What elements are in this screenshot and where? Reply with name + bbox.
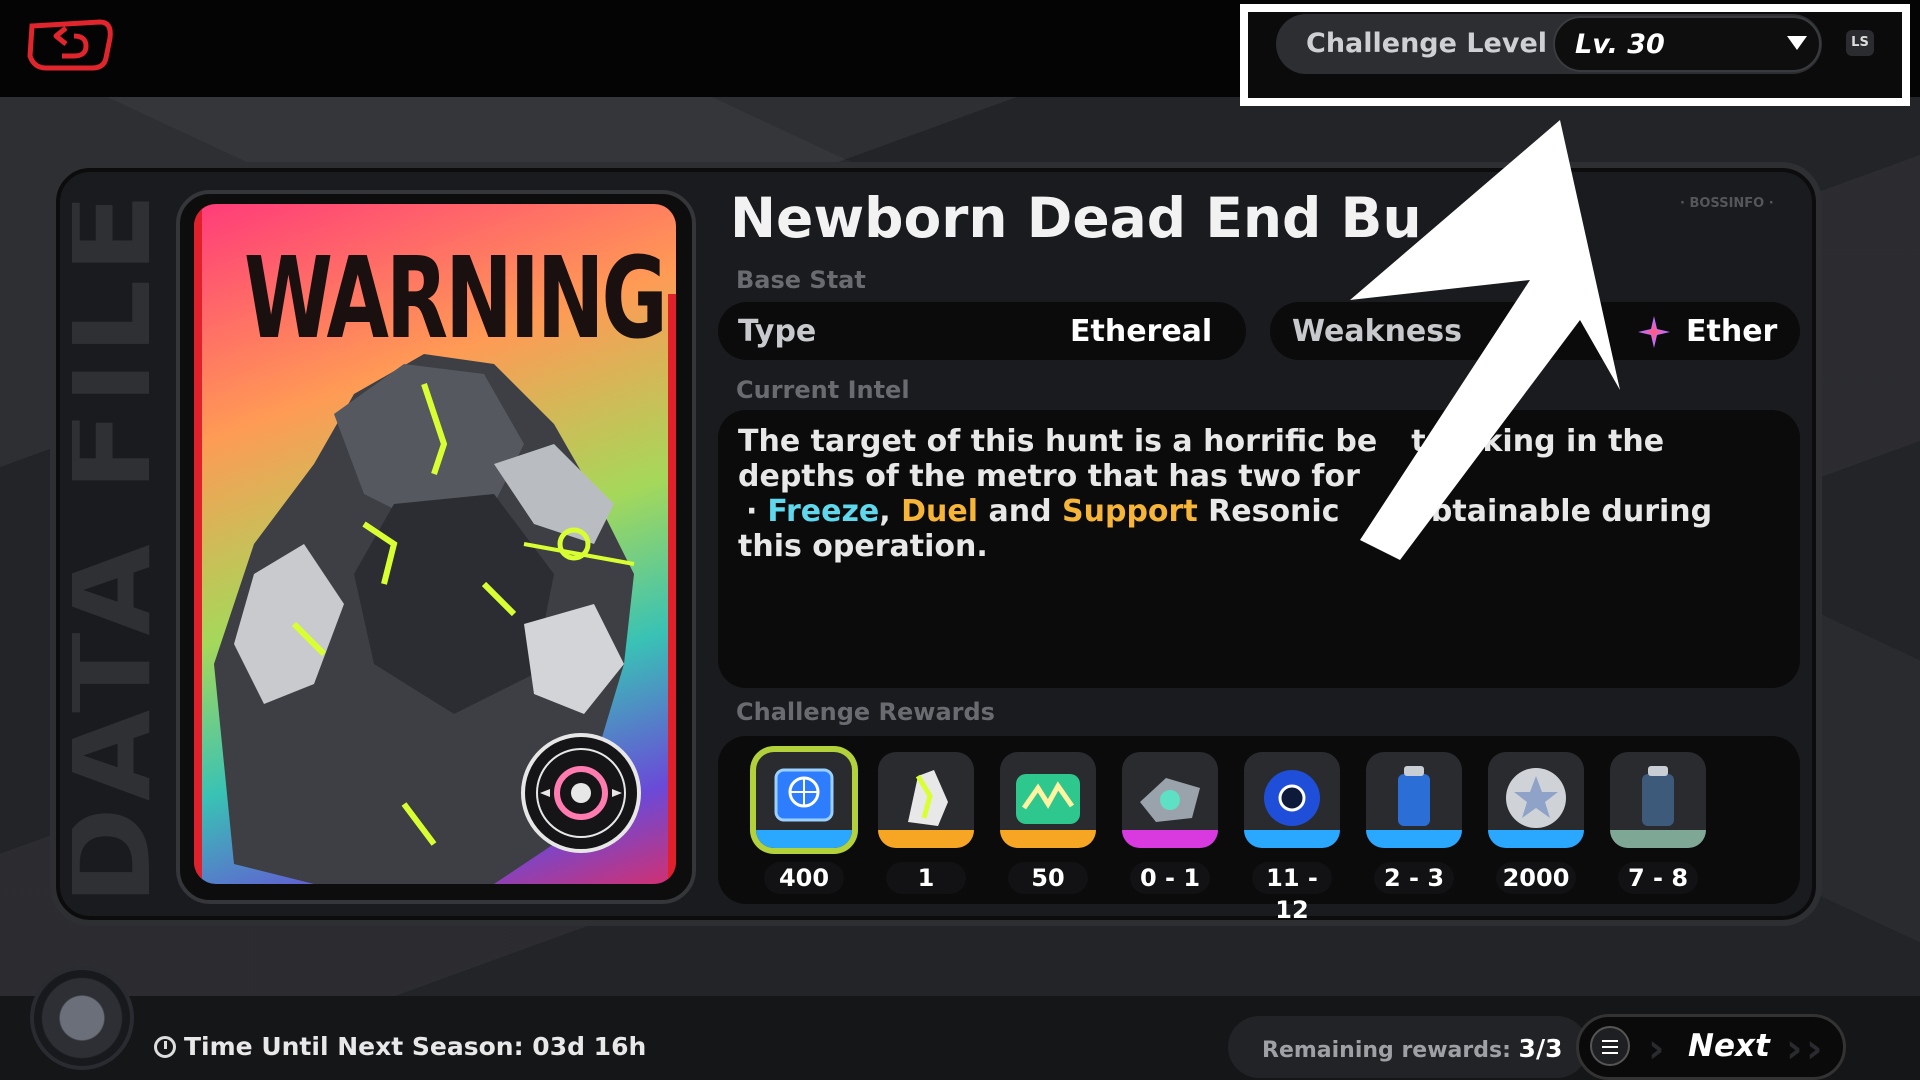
- reward-count: 400: [764, 862, 844, 894]
- clock-icon: [154, 1036, 176, 1058]
- reward-count: 0 - 1: [1130, 862, 1210, 894]
- rarity-bar: [1000, 830, 1096, 848]
- shard-icon: [878, 752, 974, 848]
- boss-card-art: WARNING: [194, 204, 676, 884]
- ether-element-icon: [1638, 316, 1670, 348]
- polychrome-icon: [1000, 752, 1096, 848]
- reward-item[interactable]: 7 - 8: [1610, 752, 1706, 894]
- remaining-rewards-text: Remaining rewards: 3/3: [1262, 1034, 1563, 1063]
- reward-item[interactable]: 400: [756, 752, 852, 894]
- battery-icon: [1366, 752, 1462, 848]
- reward-item[interactable]: 1: [878, 752, 974, 894]
- season-emblem-icon[interactable]: [30, 966, 134, 1070]
- reward-item[interactable]: 11 - 12: [1244, 752, 1340, 924]
- rarity-bar: [756, 830, 852, 848]
- chevron-right-icon: ›: [1806, 1026, 1823, 1072]
- data-file-watermark: DATA FILE: [72, 186, 164, 906]
- reward-item[interactable]: 50: [1000, 752, 1096, 894]
- disk-drive-icon: [1122, 752, 1218, 848]
- component-icon: [1244, 752, 1340, 848]
- type-value: Ethereal: [1070, 314, 1213, 349]
- ls-button-hint: LS: [1846, 30, 1874, 56]
- weakness-value: Ether: [1686, 314, 1778, 349]
- level-value: Lv. 30: [1575, 29, 1665, 60]
- rarity-bar: [878, 830, 974, 848]
- boss-name: Newborn Dead End Bu: [730, 186, 1422, 250]
- rarity-bar: [1610, 830, 1706, 848]
- menu-icon[interactable]: [1590, 1026, 1630, 1066]
- chevron-right-icon: ›: [1648, 1026, 1665, 1072]
- rarity-bar: [1488, 830, 1584, 848]
- rarity-bar: [1366, 830, 1462, 848]
- freeze-keyword: Freeze: [767, 494, 880, 529]
- reward-item[interactable]: 0 - 1: [1122, 752, 1218, 894]
- reward-item[interactable]: 2000: [1488, 752, 1584, 894]
- reward-count: 11 - 12: [1252, 862, 1332, 924]
- chevron-right-icon: ›: [1786, 1026, 1803, 1072]
- current-intel-label: Current Intel: [736, 376, 910, 404]
- reward-count: 2000: [1496, 862, 1576, 894]
- bossinfo-tag: · BOSSINFO ·: [1680, 196, 1774, 211]
- back-arrow-icon: [27, 19, 113, 71]
- reward-count: 1: [886, 862, 966, 894]
- reward-count: 7 - 8: [1618, 862, 1698, 894]
- challenge-level-label: Challenge Level: [1306, 28, 1548, 59]
- duel-keyword: Duel: [901, 494, 979, 529]
- exp-chip-icon: [756, 752, 852, 848]
- back-button[interactable]: [22, 14, 114, 74]
- next-label: Next: [1688, 1028, 1770, 1064]
- season-timer: Time Until Next Season: 03d 16h: [184, 1032, 647, 1061]
- ethereal-seal-icon: [521, 733, 641, 853]
- reward-count: 2 - 3: [1374, 862, 1454, 894]
- chevron-down-icon: [1787, 36, 1807, 50]
- reward-item[interactable]: 2 - 3: [1366, 752, 1462, 894]
- support-keyword: Support: [1062, 494, 1198, 529]
- battery-small-icon: [1610, 752, 1706, 848]
- challenge-rewards-label: Challenge Rewards: [736, 698, 995, 726]
- type-key: Type: [738, 314, 817, 349]
- dennies-coin-icon: [1488, 752, 1584, 848]
- base-stat-label: Base Stat: [736, 266, 866, 294]
- annotation-arrow-icon: [1350, 120, 1620, 560]
- rarity-bar: [1244, 830, 1340, 848]
- reward-count: 50: [1008, 862, 1088, 894]
- rarity-bar: [1122, 830, 1218, 848]
